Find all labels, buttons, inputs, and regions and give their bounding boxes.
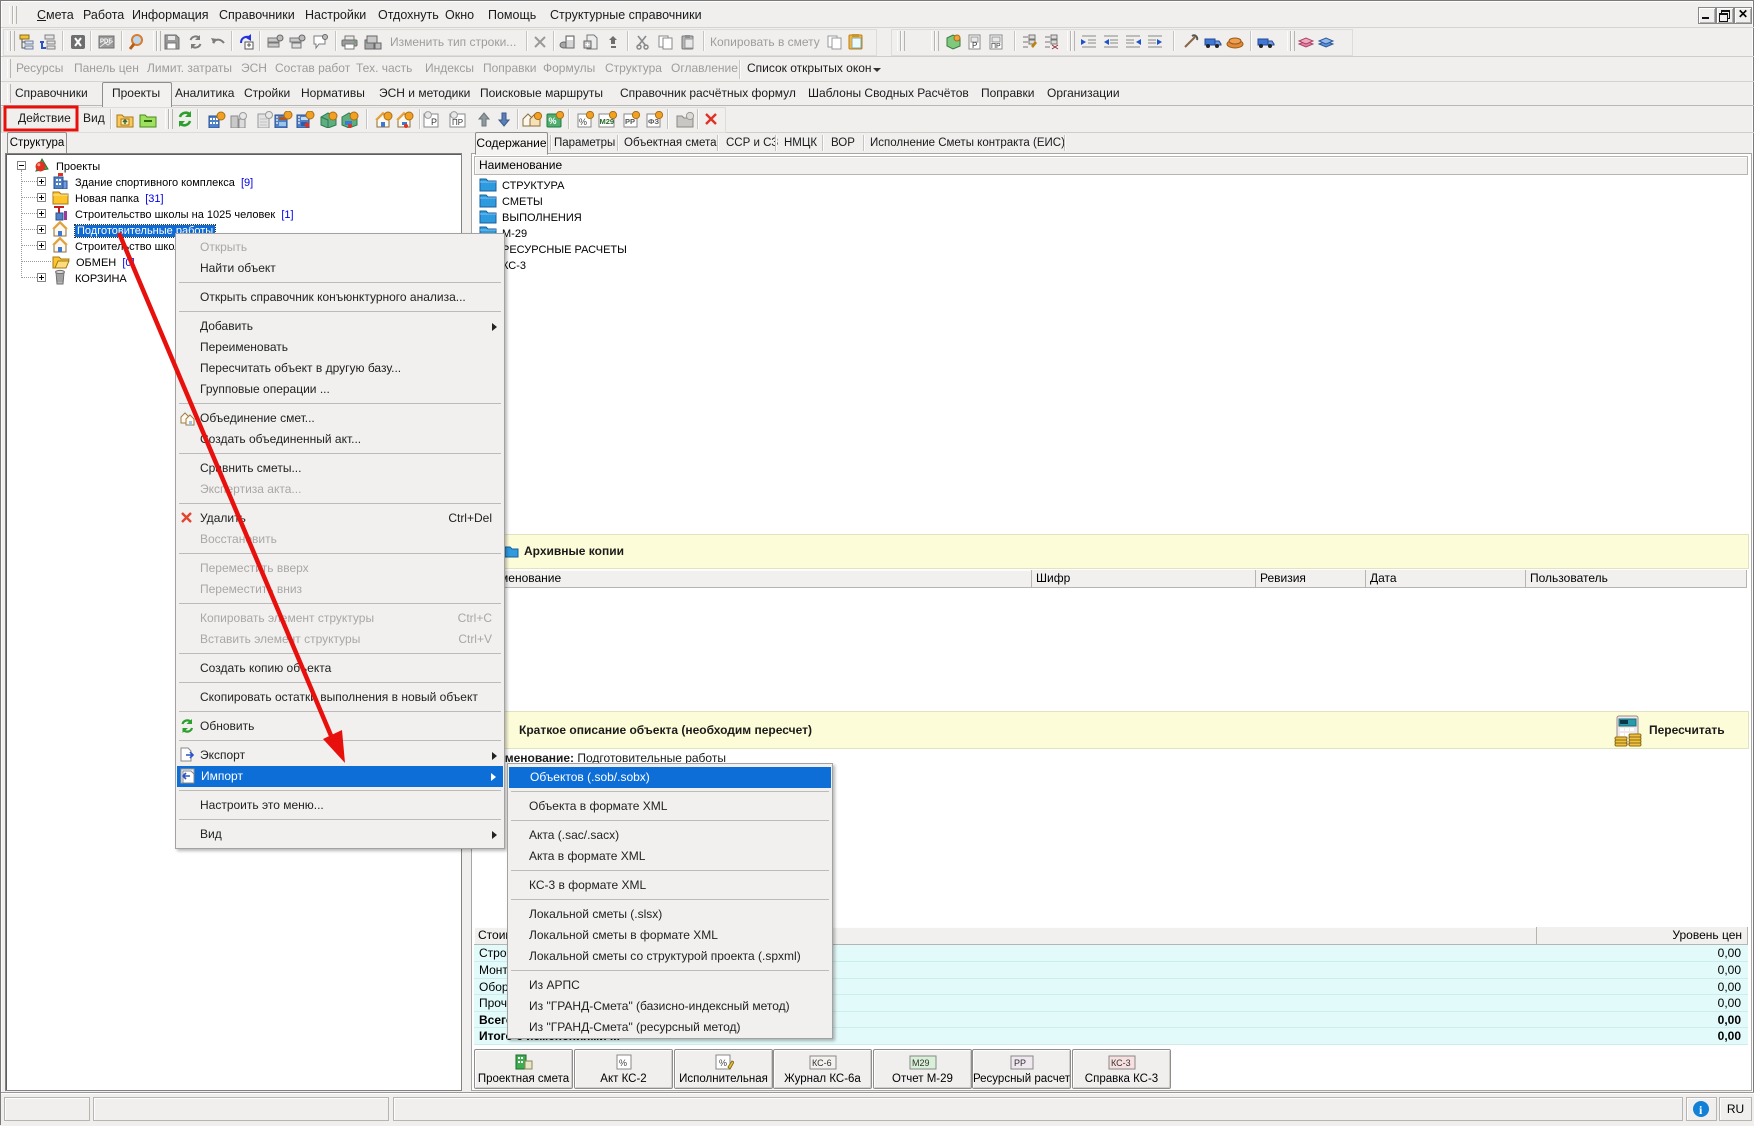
svg-text:РР: РР bbox=[1014, 1058, 1026, 1068]
svg-text:М29: М29 bbox=[912, 1058, 930, 1068]
svg-text:P: P bbox=[972, 41, 977, 50]
svg-text:КС-3: КС-3 bbox=[1111, 1058, 1131, 1068]
svg-text:%: % bbox=[619, 1058, 627, 1068]
svg-text:ПР: ПР bbox=[991, 43, 1001, 50]
svg-text:КС-6: КС-6 bbox=[812, 1058, 832, 1068]
svg-text:%: % bbox=[719, 1058, 727, 1068]
